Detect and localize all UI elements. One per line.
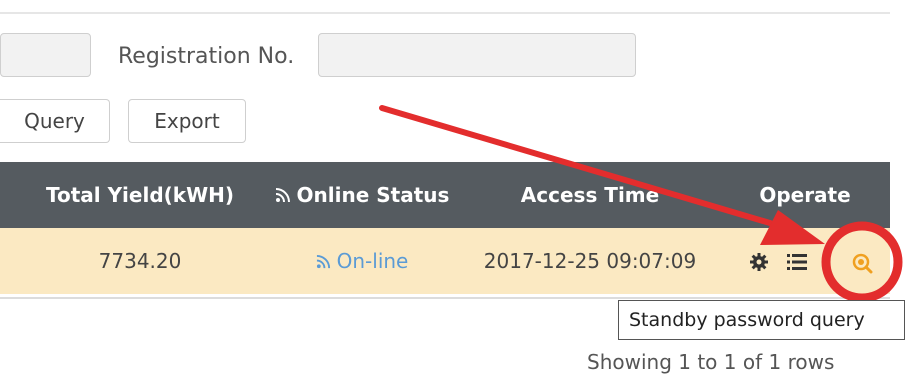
annotation-highlight-circle	[821, 221, 903, 303]
tooltip: Standby password query	[618, 300, 905, 340]
pagination-summary: Showing 1 to 1 of 1 rows	[587, 350, 835, 374]
